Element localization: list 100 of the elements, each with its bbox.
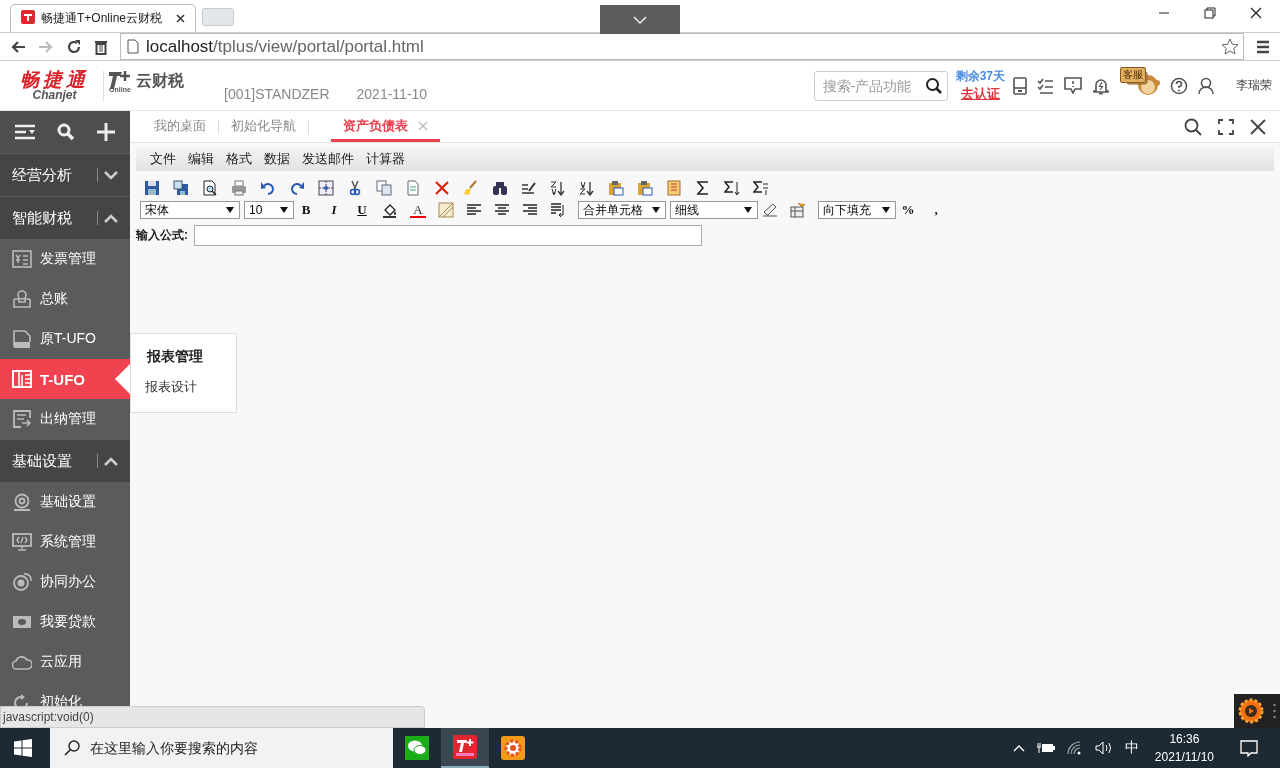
border-icon[interactable]: [438, 202, 454, 218]
restore-icon[interactable]: [1204, 7, 1216, 19]
document-icon[interactable]: [405, 180, 421, 196]
floating-widget[interactable]: [1234, 694, 1280, 728]
sum-icon[interactable]: [753, 180, 769, 196]
verify-link[interactable]: 去认证: [960, 84, 1000, 103]
formula-field[interactable]: [194, 225, 702, 246]
menu-item[interactable]: 计算器: [366, 150, 405, 168]
sidebar-item[interactable]: 基础设置: [0, 482, 130, 522]
sidebar-group-header[interactable]: 智能财税: [0, 197, 130, 239]
back-icon[interactable]: [10, 39, 26, 54]
menu-item[interactable]: 文件: [150, 150, 176, 168]
sort-ascending-icon[interactable]: [550, 180, 566, 196]
checklist-icon[interactable]: [1037, 77, 1054, 94]
search-icon[interactable]: [1184, 117, 1202, 136]
sidebar-group-header[interactable]: 基础设置: [0, 440, 130, 482]
merge-cells-dropdown[interactable]: 合并单元格: [578, 201, 666, 219]
sidebar-item[interactable]: T-UFO: [0, 359, 130, 399]
wifi-icon[interactable]: [1066, 741, 1083, 755]
message-icon[interactable]: [1064, 77, 1082, 94]
menu-icon[interactable]: [1256, 39, 1270, 54]
clock[interactable]: 16:36 2021/11/10: [1154, 730, 1214, 766]
tab[interactable]: 初始化导航: [219, 112, 308, 142]
bell-icon[interactable]: [1092, 76, 1110, 95]
user-name[interactable]: 李瑞荣: [1236, 77, 1272, 94]
menu-item[interactable]: 数据: [264, 150, 290, 168]
menu-item[interactable]: 发送邮件: [302, 150, 354, 168]
align-left-icon[interactable]: [466, 203, 482, 217]
star-icon[interactable]: [1221, 38, 1239, 55]
align-center-icon[interactable]: [494, 203, 510, 217]
clipboard-icon[interactable]: [608, 180, 624, 196]
sidebar-item[interactable]: 发票管理: [0, 239, 130, 279]
wrap-text-icon[interactable]: [550, 202, 566, 218]
start-icon[interactable]: [14, 739, 32, 757]
add-icon[interactable]: [95, 122, 116, 142]
menu-item[interactable]: 编辑: [188, 150, 214, 168]
sidebar-item[interactable]: 总账: [0, 279, 130, 319]
tab[interactable]: 资产负债表: [331, 112, 440, 142]
more-icon[interactable]: [1272, 703, 1276, 719]
input-method-indicator[interactable]: 中: [1124, 739, 1139, 757]
reload-icon[interactable]: [66, 38, 82, 55]
sort-descending-icon[interactable]: [579, 180, 595, 196]
sidebar-item[interactable]: 我要贷款: [0, 602, 130, 642]
sidebar-item[interactable]: 协同办公: [0, 562, 130, 602]
calculator-icon[interactable]: [1013, 76, 1027, 95]
book-icon[interactable]: [666, 180, 682, 196]
sum-icon[interactable]: [724, 180, 740, 196]
sidebar-item[interactable]: 系统管理: [0, 522, 130, 562]
taskbar-search-field[interactable]: 在这里输入你要搜索的内容: [50, 728, 393, 768]
sidebar-group-header[interactable]: 经营分析: [0, 154, 130, 196]
popup-menu-item[interactable]: 报表设计: [145, 378, 197, 396]
search-field[interactable]: 搜索-产品功能: [813, 70, 948, 101]
sidebar-item[interactable]: 出纳管理: [0, 399, 130, 439]
font-color-button[interactable]: A: [410, 202, 426, 218]
sidebar-item[interactable]: 原T-UFO: [0, 319, 130, 359]
sidebar-item[interactable]: 云应用: [0, 642, 130, 682]
italic-button[interactable]: I: [326, 202, 342, 218]
clipboard-icon[interactable]: [637, 180, 653, 196]
search-icon[interactable]: [57, 123, 75, 141]
save-as-icon[interactable]: [173, 180, 189, 196]
notification-icon[interactable]: [1240, 739, 1258, 757]
battery-icon[interactable]: [1036, 742, 1055, 754]
search-icon[interactable]: [924, 76, 943, 95]
chevron-up-icon[interactable]: [1012, 744, 1025, 752]
eraser-icon[interactable]: [762, 203, 778, 217]
brush-icon[interactable]: [463, 180, 479, 196]
fill-dropdown[interactable]: 向下填充: [818, 201, 896, 219]
undo-icon[interactable]: [260, 180, 276, 196]
menu-toggle-icon[interactable]: [14, 124, 37, 140]
customer-service-mascot[interactable]: 客服: [1120, 66, 1160, 97]
user-icon[interactable]: [1198, 76, 1214, 95]
close-icon[interactable]: [176, 14, 185, 23]
close-icon[interactable]: [1250, 118, 1266, 135]
print-preview-icon[interactable]: [202, 180, 218, 196]
delete-icon[interactable]: [434, 180, 450, 196]
save-icon[interactable]: [144, 180, 160, 196]
copy-icon[interactable]: [376, 180, 392, 196]
align-right-icon[interactable]: [522, 203, 538, 217]
font-dropdown[interactable]: 宋体: [140, 201, 240, 219]
sum-icon[interactable]: [695, 180, 711, 196]
close-icon[interactable]: [1250, 7, 1262, 19]
browser-tab[interactable]: 畅捷通T+Online云财税: [10, 4, 196, 32]
cell-format-icon[interactable]: [790, 202, 806, 218]
binoculars-icon[interactable]: [492, 180, 508, 196]
underline-button[interactable]: U: [354, 202, 370, 218]
grid-icon[interactable]: [318, 180, 334, 196]
bold-button[interactable]: B: [298, 202, 314, 218]
tab[interactable]: 我的桌面: [142, 112, 218, 142]
border-style-dropdown[interactable]: 细线: [670, 201, 758, 219]
pencil-lines-icon[interactable]: [521, 180, 537, 196]
help-icon[interactable]: [1170, 76, 1188, 95]
comma-button[interactable]: ,: [928, 202, 944, 218]
paint-bucket-icon[interactable]: [382, 202, 398, 218]
volume-icon[interactable]: [1094, 741, 1113, 755]
percent-button[interactable]: %: [900, 202, 916, 218]
trash-icon[interactable]: [94, 38, 108, 55]
redo-icon[interactable]: [289, 180, 305, 196]
menu-item[interactable]: 格式: [226, 150, 252, 168]
font-size-dropdown[interactable]: 10: [244, 201, 294, 219]
printer-icon[interactable]: [231, 180, 247, 196]
